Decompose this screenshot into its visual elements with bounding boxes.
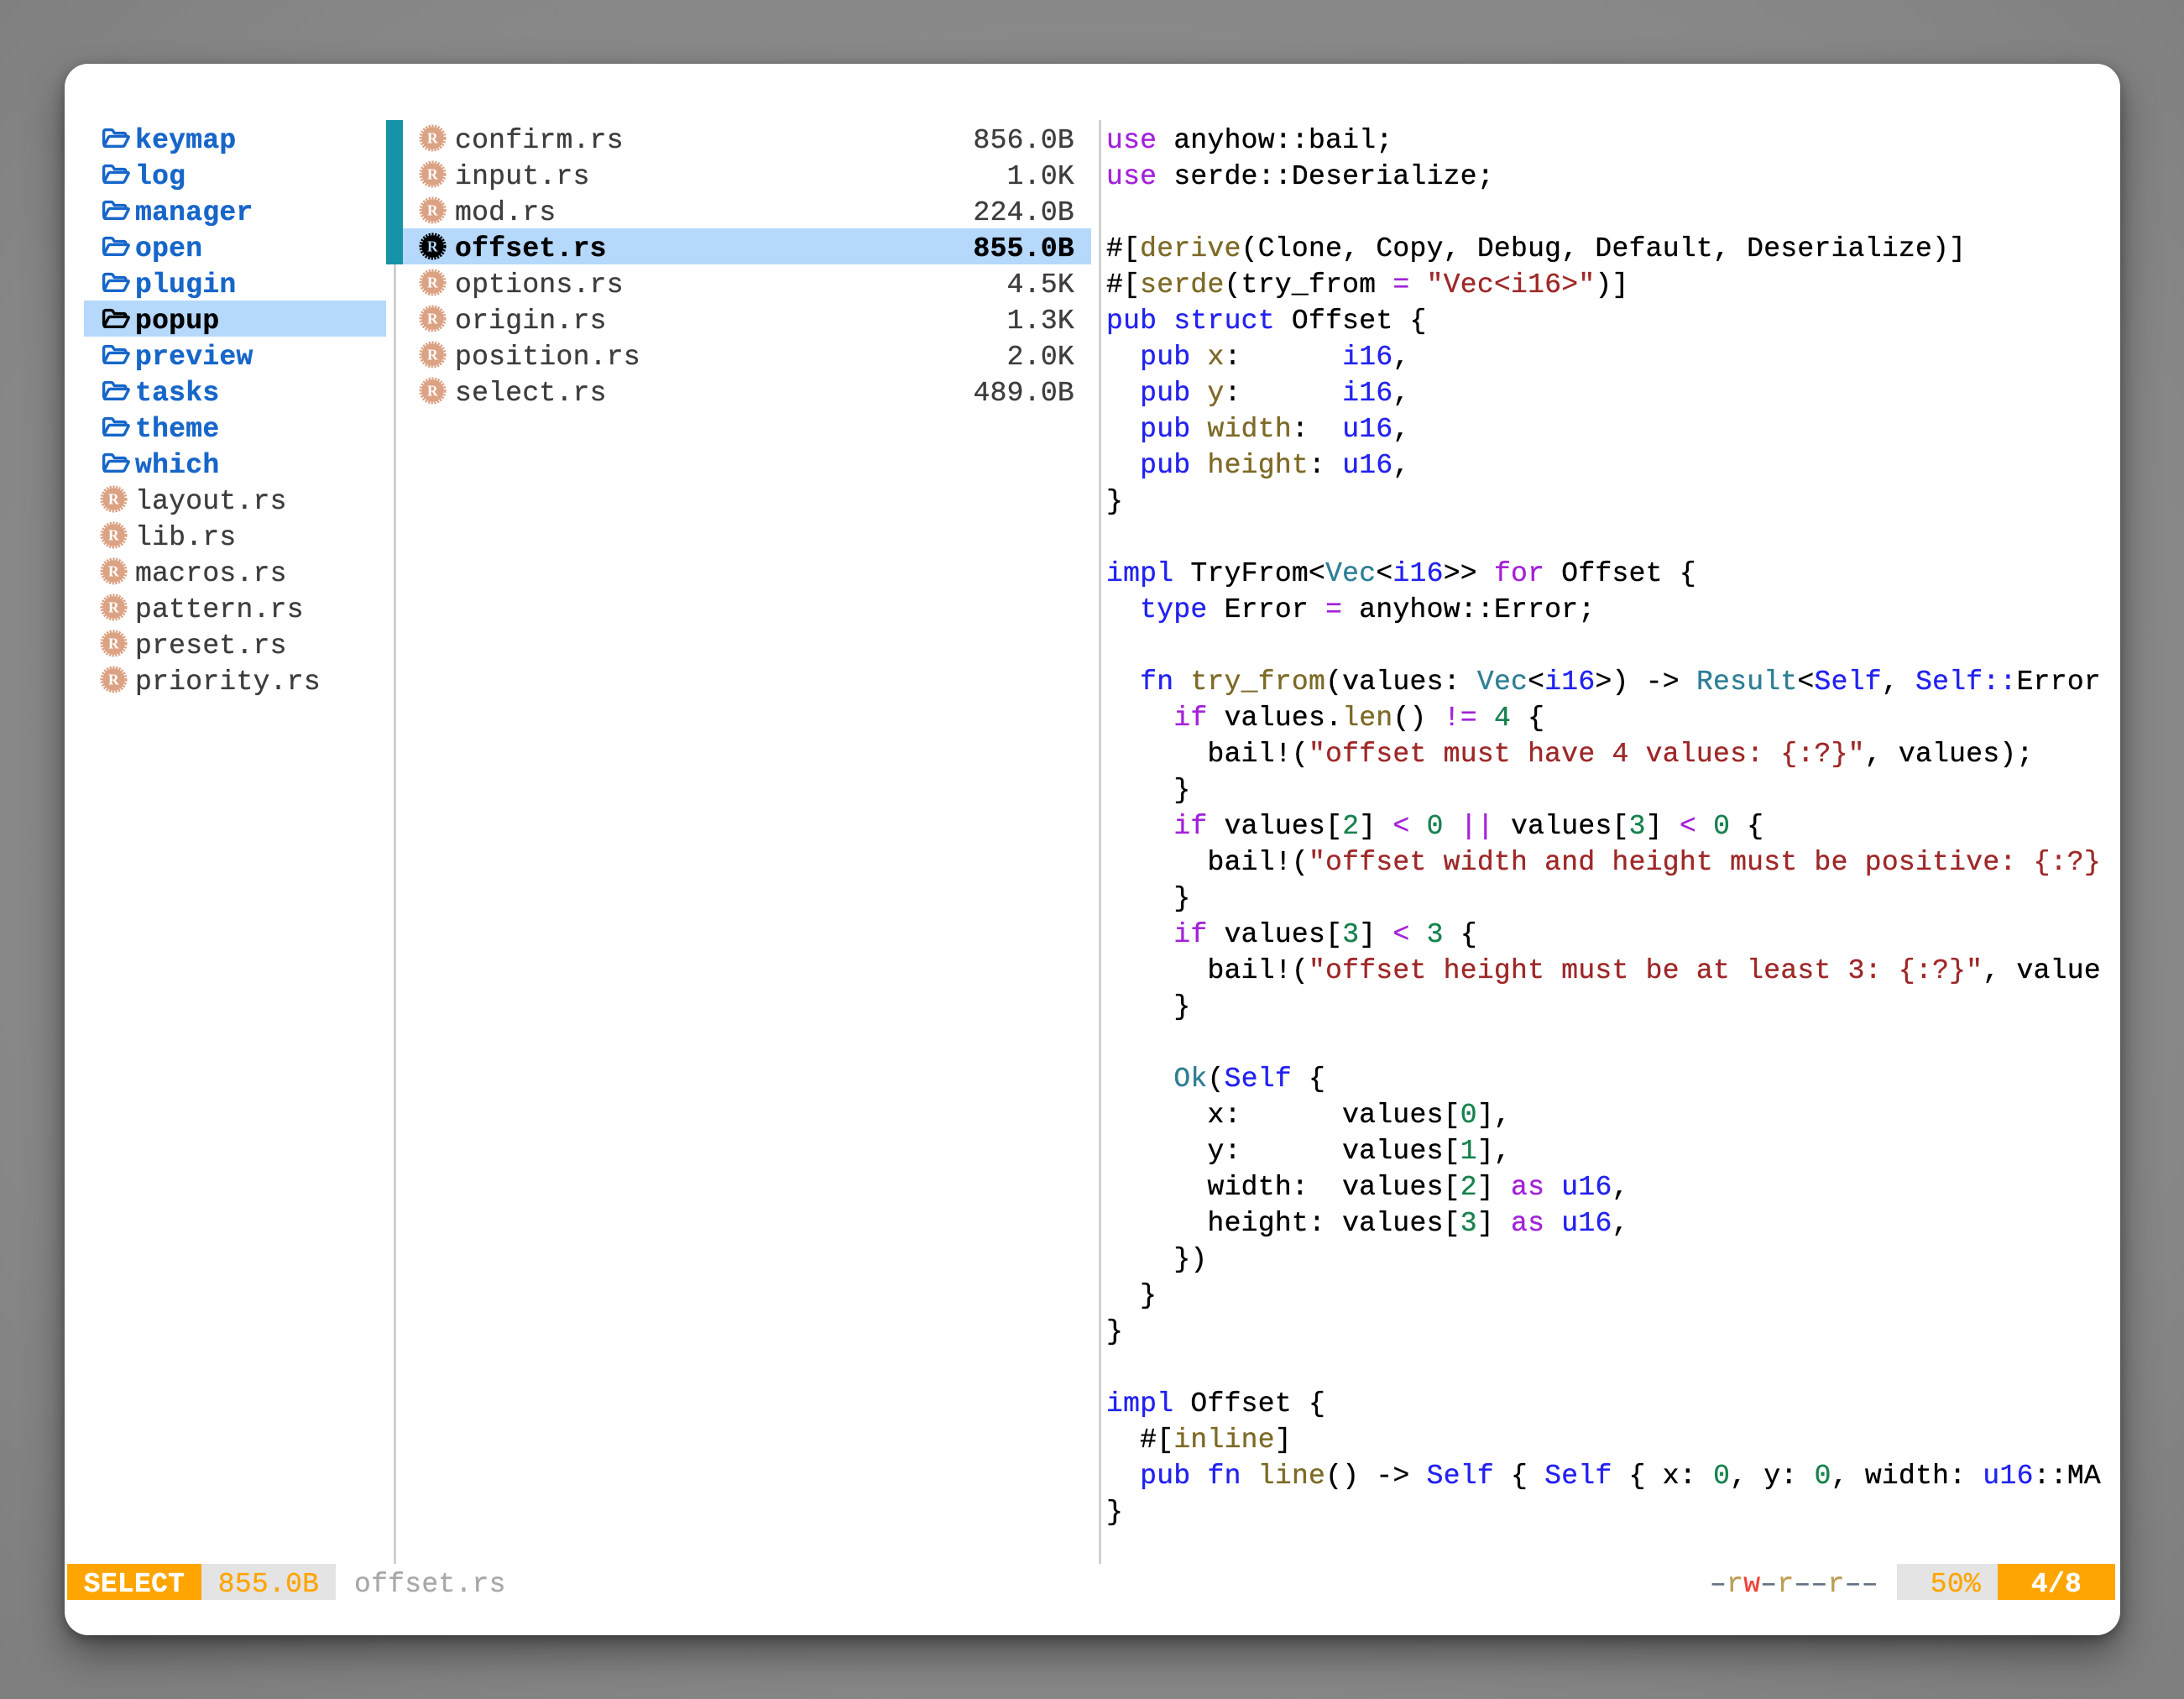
svg-text:R: R — [108, 527, 119, 544]
svg-text:R: R — [427, 311, 438, 327]
svg-text:R: R — [108, 491, 119, 508]
svg-text:R: R — [427, 130, 438, 147]
svg-text:R: R — [427, 274, 438, 291]
svg-text:R: R — [108, 672, 119, 688]
svg-text:R: R — [427, 202, 438, 219]
svg-text:R: R — [108, 635, 119, 652]
svg-text:R: R — [427, 383, 438, 400]
svg-text:R: R — [427, 166, 438, 183]
svg-text:R: R — [427, 347, 438, 363]
svg-text:R: R — [108, 563, 119, 580]
svg-text:R: R — [108, 599, 119, 616]
svg-text:R: R — [427, 238, 438, 255]
